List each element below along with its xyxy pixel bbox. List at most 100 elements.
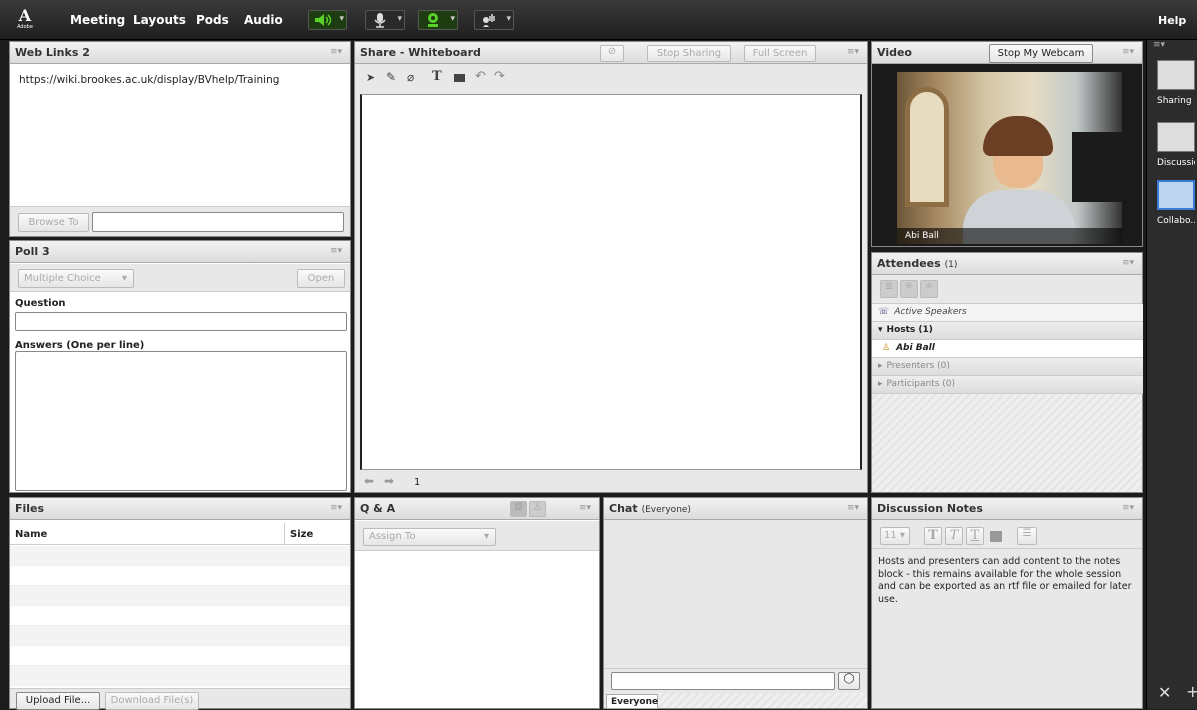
selection-tool-icon[interactable]: ➤ bbox=[366, 71, 375, 84]
microphone-button[interactable]: ▾ bbox=[365, 10, 405, 30]
background-door bbox=[905, 87, 949, 207]
whiteboard-canvas[interactable] bbox=[360, 94, 862, 470]
pod-title: Poll 3 bbox=[15, 245, 50, 258]
text-tool-icon[interactable]: T bbox=[432, 69, 442, 84]
questions-view-icon[interactable]: ◘ bbox=[510, 501, 527, 517]
pod-options-icon[interactable]: ≡▾ bbox=[847, 47, 859, 57]
redo-icon[interactable]: ↷ bbox=[494, 69, 505, 84]
chat-input[interactable] bbox=[611, 672, 835, 690]
pod-options-icon[interactable]: ≡▾ bbox=[330, 246, 342, 256]
url-input[interactable] bbox=[92, 212, 344, 232]
undo-icon[interactable]: ↶ bbox=[475, 69, 486, 84]
pod-options-icon[interactable]: ≡▾ bbox=[579, 503, 591, 513]
pod-options-icon[interactable]: ≡▾ bbox=[1122, 47, 1134, 57]
microphone-icon bbox=[374, 13, 386, 28]
font-size-select[interactable]: 11 ▾ bbox=[880, 527, 910, 545]
pod-header: Attendees (1) ≡▾ bbox=[872, 253, 1142, 275]
menu-layouts[interactable]: Layouts bbox=[133, 13, 186, 27]
attendees-title: Attendees bbox=[877, 257, 941, 270]
shape-tool-icon[interactable] bbox=[454, 74, 465, 82]
column-header-size[interactable]: Size bbox=[290, 529, 313, 540]
layout-item-sharing[interactable]: Sharing bbox=[1157, 60, 1195, 106]
column-header-name[interactable]: Name bbox=[15, 529, 47, 540]
font-size-value: 11 bbox=[884, 530, 897, 541]
pod-header: Chat (Everyone) ≡▾ bbox=[604, 498, 867, 520]
chevron-down-icon: ▾ bbox=[397, 14, 402, 24]
poll-type-select[interactable]: Multiple Choice ▾ bbox=[18, 269, 134, 288]
pod-options-icon[interactable]: ≡▾ bbox=[330, 47, 342, 57]
layout-item-collaboration[interactable]: Collabo... bbox=[1157, 180, 1195, 226]
pencil-tool-icon[interactable]: ✎ bbox=[386, 70, 396, 84]
whiteboard-toolbar: ➤ ✎ ⌀ T ↶ ↷ bbox=[355, 65, 867, 92]
question-input[interactable] bbox=[15, 312, 347, 331]
menu-help[interactable]: Help bbox=[1158, 14, 1186, 27]
table-row bbox=[10, 666, 350, 686]
full-screen-button[interactable]: Full Screen bbox=[744, 45, 816, 62]
highlighter-tool-icon[interactable]: ⌀ bbox=[407, 70, 414, 84]
delete-layout-icon[interactable]: ✕ bbox=[1158, 683, 1171, 702]
poll-open-button[interactable]: Open bbox=[297, 269, 345, 288]
poll-pod: Poll 3 ≡▾ Multiple Choice ▾ Open Questio… bbox=[9, 240, 351, 493]
participants-label: Participants (0) bbox=[886, 379, 956, 389]
grid-view-icon[interactable]: ⁜ bbox=[900, 280, 918, 298]
italic-icon[interactable]: T bbox=[945, 527, 963, 545]
attendee-count: (1) bbox=[944, 260, 958, 270]
stop-webcam-button[interactable]: Stop My Webcam bbox=[989, 44, 1093, 63]
layout-thumbnail bbox=[1157, 180, 1195, 210]
pod-header: Q & A ◘ ♙ ≡▾ bbox=[355, 498, 599, 520]
upload-file-button[interactable]: Upload File... bbox=[16, 692, 100, 710]
text-color-icon[interactable] bbox=[990, 531, 1002, 542]
pod-options-icon[interactable]: ≡▾ bbox=[1122, 258, 1134, 268]
browse-to-button[interactable]: Browse To bbox=[18, 213, 89, 232]
table-row bbox=[10, 646, 350, 666]
menu-meeting[interactable]: Meeting bbox=[70, 13, 125, 27]
add-layout-icon[interactable]: + bbox=[1186, 682, 1197, 701]
download-files-button[interactable]: Download File(s) bbox=[105, 692, 199, 710]
underline-icon[interactable]: T bbox=[966, 527, 984, 545]
menu-audio[interactable]: Audio bbox=[244, 13, 283, 27]
user-view-icon[interactable]: ♙ bbox=[529, 501, 546, 517]
question-label: Question bbox=[15, 298, 66, 309]
participants-group-header[interactable]: ▸ Participants (0) bbox=[872, 376, 1143, 394]
notes-toolbar: 11 ▾ T T T ☰ bbox=[872, 521, 1142, 549]
webcam-button[interactable]: ▾ bbox=[418, 10, 458, 30]
presenters-group-header[interactable]: ▸ Presenters (0) bbox=[872, 358, 1143, 376]
previous-page-icon[interactable]: ⬅ bbox=[364, 474, 374, 488]
raise-hand-button[interactable]: ▾ bbox=[474, 10, 514, 30]
pod-header: Files ≡▾ bbox=[10, 498, 350, 520]
stop-sharing-button[interactable]: Stop Sharing bbox=[647, 45, 731, 62]
pod-title: Q & A bbox=[360, 502, 396, 515]
pod-options-icon[interactable]: ≡▾ bbox=[330, 503, 342, 513]
chat-tab-everyone[interactable]: Everyone bbox=[606, 694, 658, 709]
pod-title: Chat (Everyone) bbox=[609, 502, 691, 515]
notes-content[interactable]: Hosts and presenters can add content to … bbox=[878, 556, 1140, 606]
list-view-icon[interactable]: ≣ bbox=[880, 280, 898, 298]
bold-icon[interactable]: T bbox=[924, 527, 942, 545]
next-page-icon[interactable]: ➡ bbox=[384, 474, 394, 488]
pod-title: Discussion Notes bbox=[877, 502, 983, 515]
hosts-label: Hosts (1) bbox=[886, 325, 933, 335]
answers-label: Answers (One per line) bbox=[15, 340, 145, 351]
chat-pod: Chat (Everyone) ≡▾ ◯ Everyone bbox=[603, 497, 868, 709]
attendee-row[interactable]: ♙ Abi Ball bbox=[872, 340, 1143, 358]
menu-pods[interactable]: Pods bbox=[196, 13, 229, 27]
pod-options-icon[interactable]: ≡▾ bbox=[847, 503, 859, 513]
pod-options-icon[interactable]: ≡▾ bbox=[1122, 503, 1134, 513]
answers-input[interactable] bbox=[15, 351, 347, 491]
sidebar-options-icon[interactable]: ≡▾ bbox=[1153, 40, 1165, 50]
bullet-list-icon[interactable]: ☰ bbox=[1017, 527, 1037, 545]
active-speakers-label: Active Speakers bbox=[894, 307, 967, 317]
hosts-group-header[interactable]: ▾ Hosts (1) bbox=[872, 322, 1143, 340]
sync-button[interactable]: ⊘ bbox=[600, 45, 624, 62]
active-speakers-row: ☏ Active Speakers bbox=[872, 304, 1143, 322]
web-link-url[interactable]: https://wiki.brookes.ac.uk/display/BVhel… bbox=[19, 74, 279, 86]
discussion-notes-pod: Discussion Notes ≡▾ 11 ▾ T T T ☰ Hosts a… bbox=[871, 497, 1143, 709]
speaker-button[interactable]: ▾ bbox=[308, 10, 347, 30]
table-row bbox=[10, 606, 350, 626]
assign-to-select[interactable]: Assign To ▾ bbox=[363, 528, 496, 546]
sort-view-icon[interactable]: ≐ bbox=[920, 280, 938, 298]
send-message-button[interactable]: ◯ bbox=[838, 672, 860, 690]
layout-item-discussion[interactable]: Discussio bbox=[1157, 122, 1195, 168]
chevron-right-icon: ▸ bbox=[878, 361, 883, 371]
page-number: 1 bbox=[414, 477, 421, 488]
